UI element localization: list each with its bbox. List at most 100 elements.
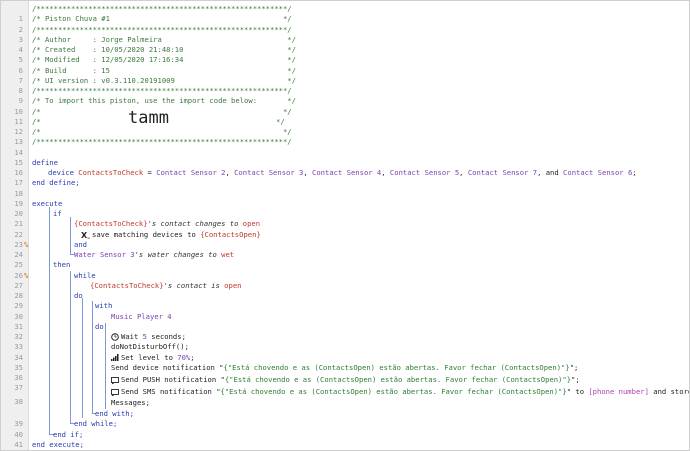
- condition-value: open: [224, 280, 242, 290]
- variable-name: ContactsToCheck: [78, 168, 144, 177]
- keyword-and[interactable]: and: [74, 240, 87, 250]
- condition-text: 's water changes to: [134, 250, 222, 259]
- code-line: 2 /* Piston Chuva #1 */: [1, 14, 689, 33]
- equals-sign: =: [143, 168, 157, 177]
- keyword-do[interactable]: do: [74, 291, 83, 301]
- code-line: 18 end define;: [1, 178, 689, 197]
- header-border: /***************************************…: [32, 24, 292, 34]
- code-line: 10 /* To import this piston, use the imp…: [1, 96, 689, 115]
- separator: ,: [225, 168, 235, 177]
- sms-store-target: Messages;: [111, 397, 150, 407]
- header-ui-version: /* UI version : v0.3.110.20191009 */: [32, 75, 296, 85]
- code-line: 16 define: [1, 158, 689, 177]
- end-if[interactable]: end if;: [53, 430, 83, 440]
- separator: ,: [303, 168, 313, 177]
- code-line: 12 /* */: [1, 116, 689, 136]
- code-line: 11 /* */: [1, 107, 689, 126]
- code-line: 23 X=save matching devices to {ContactsO…: [1, 230, 689, 249]
- code-line: 29 do: [1, 291, 689, 310]
- header-build: /* Build : 15 */: [32, 65, 296, 75]
- end-while[interactable]: end while;: [74, 419, 117, 429]
- variable-x-icon: X=: [81, 231, 90, 239]
- semicolon: ;: [632, 168, 637, 177]
- code-line: 36 Send device notification "{"Está chov…: [1, 363, 689, 382]
- code-line: 20 execute: [1, 199, 689, 218]
- code-line: 15: [1, 148, 689, 167]
- condition-text: 's contact is: [163, 280, 225, 290]
- import-code-open: /*: [32, 116, 41, 126]
- keyword-with[interactable]: with: [95, 301, 112, 311]
- code-line: 3 /*************************************…: [1, 24, 689, 44]
- keyword-do[interactable]: do: [95, 322, 104, 332]
- signal-bars-icon: [111, 354, 119, 361]
- dnd-off-statement[interactable]: doNotDisturbOff();: [111, 342, 189, 352]
- wait-statement[interactable]: Wait 5 seconds;: [111, 332, 186, 342]
- code-line: 42 end execute;: [1, 440, 689, 450]
- keyword-define[interactable]: define: [32, 158, 58, 168]
- level-value: 70%: [177, 352, 191, 362]
- sms-notification-statement[interactable]: Send SMS notification "{"Está chovendo e…: [111, 387, 689, 397]
- semicolon: ;: [190, 352, 195, 362]
- push-end: ";: [571, 375, 580, 384]
- device-name: Contact Sensor 4: [312, 168, 382, 177]
- code-line: 9 /*************************************…: [1, 86, 689, 105]
- code-line: 6 /* Modified : 12/05/2020 17:16:34 */: [1, 55, 689, 74]
- import-code-close: */: [276, 116, 285, 126]
- device-name: Contact Sensor 3: [234, 168, 304, 177]
- set-level-statement[interactable]: Set level to 70%;: [111, 353, 195, 363]
- separator-and: , and: [537, 168, 564, 177]
- notification-text: Send device notification ": [111, 362, 224, 372]
- end-with[interactable]: end with;: [95, 409, 134, 419]
- code-line: 1 /*************************************…: [1, 4, 689, 23]
- import-code[interactable]: tamm: [128, 108, 169, 128]
- keyword-while[interactable]: while: [74, 271, 96, 281]
- sms-store: and store in: [653, 387, 689, 396]
- save-text: save matching devices to: [92, 229, 201, 239]
- code-line: 24 and: [1, 240, 689, 259]
- keyword-then[interactable]: then: [53, 260, 70, 270]
- keyword-execute[interactable]: execute: [32, 199, 62, 209]
- header-title: /* Piston Chuva #1 */: [32, 14, 292, 24]
- code-line: 13 /* */: [1, 127, 689, 146]
- code-line: 21 if: [1, 209, 689, 228]
- code-editor[interactable]: 1 /*************************************…: [0, 0, 690, 451]
- device-name: Water Sensor 3: [74, 250, 135, 259]
- push-notification-statement[interactable]: Send PUSH notification "{"Está chovendo …: [111, 375, 580, 385]
- end-execute[interactable]: end execute;: [32, 440, 84, 450]
- code-line: 5 /* Created : 10/05/2020 21:48:10 */: [1, 45, 689, 64]
- sms-text: Send SMS notification ": [121, 387, 221, 396]
- separator: ,: [381, 168, 390, 177]
- code-line: 19: [1, 189, 689, 208]
- with-device[interactable]: Music Player 4: [111, 312, 172, 322]
- code-line: 41 end if;: [1, 430, 689, 449]
- condition-contact-changes[interactable]: {ContactsToCheck}'s contact changes to o…: [74, 219, 260, 229]
- keyword-if[interactable]: if: [53, 209, 62, 219]
- code-line: 34 doNotDisturbOff();: [1, 342, 689, 361]
- code-line: 37 Send PUSH notification "{"Está choven…: [1, 373, 689, 392]
- end-define[interactable]: end define;: [32, 178, 80, 188]
- svg-text:=: =: [87, 235, 90, 239]
- message-icon: [111, 376, 119, 384]
- device-statement[interactable]: device ContactsToCheck = Contact Sensor …: [48, 168, 637, 178]
- code-line: 25 % Water Sensor 3's water changes to w…: [1, 250, 689, 280]
- header-import-note: /* To import this piston, use the import…: [32, 96, 296, 106]
- wait-unit: seconds;: [146, 332, 186, 341]
- message-icon: [111, 388, 119, 396]
- while-condition[interactable]: {ContactsToCheck}'s contact is open: [90, 281, 241, 291]
- condition-water-changes[interactable]: Water Sensor 3's water changes to wet: [74, 250, 234, 260]
- code-line: 28 {ContactsToCheck}'s contact is open: [1, 281, 689, 300]
- code-line: 8 /* UI version : v0.3.110.20191009 */: [1, 75, 689, 95]
- condition-value: wet: [221, 250, 235, 259]
- code-line: 26 then: [1, 260, 689, 279]
- code-line: 40 end while;: [1, 419, 689, 438]
- device-notification-statement[interactable]: Send device notification "{"Está chovend…: [111, 363, 578, 373]
- notification-end: ";: [569, 362, 579, 372]
- save-matching-statement[interactable]: X=save matching devices to {ContactsOpen…: [81, 230, 261, 240]
- condition-text: 's contact changes to: [147, 219, 243, 229]
- device-name: Contact Sensor 2: [156, 168, 226, 177]
- variable-ref: {ContactsOpen}: [200, 229, 261, 239]
- variable-ref: {ContactsToCheck}: [74, 219, 148, 229]
- device-name: Contact Sensor 5: [389, 168, 460, 177]
- header-border: /***************************************…: [32, 137, 292, 147]
- code-line: 14 /************************************…: [1, 137, 689, 156]
